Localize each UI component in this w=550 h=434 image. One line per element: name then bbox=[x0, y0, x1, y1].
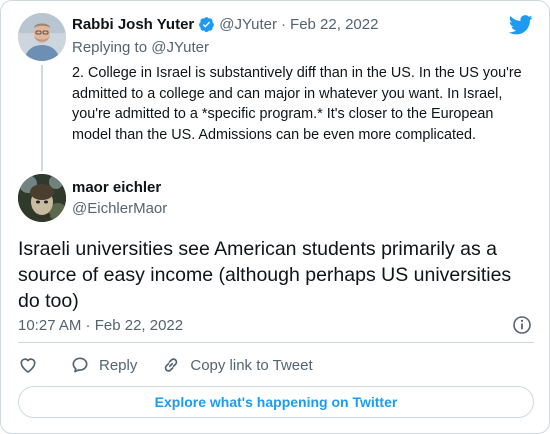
copy-link-button[interactable]: Copy link to Tweet bbox=[161, 355, 313, 375]
tweet-text: Israeli universities see American studen… bbox=[18, 238, 512, 312]
reply-button[interactable]: Reply bbox=[70, 355, 137, 375]
explore-twitter-button[interactable]: Explore what's happening on Twitter bbox=[18, 386, 534, 418]
like-button[interactable] bbox=[18, 355, 38, 375]
parent-author-handle[interactable]: @JYuter bbox=[219, 16, 277, 33]
speech-bubble-icon bbox=[72, 357, 88, 373]
replying-to-label: Replying to bbox=[72, 39, 148, 56]
tweet-embed-card: Rabbi Josh Yuter @JYuter · Feb 22, 2022 … bbox=[0, 0, 550, 434]
parent-tweet-text: 2. College in Israel is substantively di… bbox=[72, 65, 522, 143]
copy-link-label: Copy link to Tweet bbox=[190, 356, 313, 374]
verified-badge-icon bbox=[198, 16, 215, 33]
heart-icon bbox=[20, 358, 36, 373]
parent-author-avatar[interactable] bbox=[18, 13, 66, 61]
tweet-timestamp[interactable]: 10:27 AM · Feb 22, 2022 bbox=[18, 317, 183, 334]
replying-to-line: Replying to @JYuter bbox=[72, 39, 209, 56]
author-handle[interactable]: @EichlerMaor bbox=[72, 200, 167, 217]
header-separator: · bbox=[281, 16, 287, 33]
twitter-bird-icon[interactable] bbox=[508, 15, 533, 35]
link-icon bbox=[165, 358, 178, 372]
thread-connector-line bbox=[41, 65, 43, 171]
author-avatar[interactable] bbox=[18, 174, 66, 222]
replying-to-handle[interactable]: @JYuter bbox=[151, 39, 209, 56]
parent-author-name[interactable]: Rabbi Josh Yuter bbox=[72, 16, 194, 33]
reply-label: Reply bbox=[99, 356, 138, 374]
info-icon[interactable] bbox=[512, 315, 532, 335]
action-divider bbox=[18, 342, 534, 343]
author-name[interactable]: maor eichler bbox=[72, 179, 161, 196]
parent-author-header: Rabbi Josh Yuter @JYuter · Feb 22, 2022 bbox=[72, 16, 378, 33]
tweet-actions: Reply Copy link to Tweet bbox=[18, 355, 337, 375]
parent-tweet-date[interactable]: Feb 22, 2022 bbox=[290, 16, 378, 33]
